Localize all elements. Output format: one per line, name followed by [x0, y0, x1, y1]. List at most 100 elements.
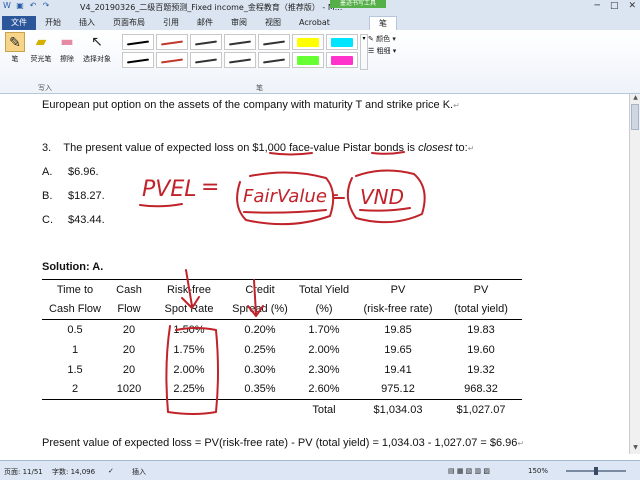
- pen-icon: ✎: [5, 32, 25, 52]
- ink-underline-vnd: [359, 207, 411, 212]
- table-cell: 19.41: [384, 363, 412, 376]
- table-total-row: Total $1,034.03 $1,027.07: [42, 400, 522, 420]
- table-row: 1 20 1.75% 0.25% 2.00% 19.65 19.60: [42, 340, 522, 360]
- table-cell: 1.75%: [173, 343, 205, 356]
- status-bar: 页面: 11/51 字数: 14,096 ✓ 插入 ▤ ▦ ▧ ▥ ▨ 150%: [0, 460, 640, 480]
- pen-swatch[interactable]: [190, 34, 222, 50]
- pen-tool-button[interactable]: ✎ 笔: [2, 32, 28, 64]
- color-icon: ✎: [368, 35, 374, 43]
- highlighter-tool-button[interactable]: ▰ 荧光笔: [28, 32, 54, 64]
- ink-text-equals: =: [201, 175, 219, 200]
- close-button[interactable]: ✕: [628, 1, 636, 11]
- pen-color-dropdown[interactable]: ✎ 颜色 ▾: [368, 34, 396, 44]
- tab-insert[interactable]: 插入: [70, 16, 104, 30]
- table-row: 0.5 20 1.50% 0.20% 1.70% 19.85 19.83: [42, 320, 522, 340]
- weight-icon: ☰: [368, 47, 375, 55]
- pen-weight-dropdown[interactable]: ☰ 粗细 ▾: [368, 46, 396, 56]
- table-cell: 1.5: [67, 363, 83, 376]
- table-cell: 20: [122, 363, 136, 376]
- tab-references[interactable]: 引用: [154, 16, 188, 30]
- maximize-button[interactable]: □: [610, 1, 619, 11]
- solution-table: Time to Cash Risk-free Credit Total Yiel…: [42, 279, 522, 420]
- pen-swatch[interactable]: [190, 52, 222, 68]
- ink-text-minus: -: [331, 182, 339, 207]
- table-cell: 0.5: [67, 323, 83, 336]
- highlighter-icon: ▰: [35, 34, 47, 50]
- gallery-more-button[interactable]: ▾: [360, 34, 368, 70]
- pen-swatch[interactable]: [224, 34, 256, 50]
- total-pv-risk-free: $1,034.03: [373, 403, 423, 416]
- question-3: 3. The present value of expected loss on…: [42, 142, 475, 154]
- select-objects-button[interactable]: ↖ 选择对象: [82, 32, 112, 64]
- header-cell: PV: [440, 279, 522, 300]
- proofing-icon[interactable]: ✓: [108, 467, 114, 475]
- scroll-thumb[interactable]: [631, 104, 639, 130]
- pen-swatch[interactable]: [156, 52, 188, 68]
- vertical-scrollbar[interactable]: ▲ ▼: [629, 94, 640, 454]
- header-cell: Cash: [108, 279, 150, 300]
- scroll-down-arrow-icon[interactable]: ▼: [630, 444, 640, 454]
- word-count[interactable]: 字数: 14,096: [52, 467, 95, 477]
- pen-swatch[interactable]: [122, 34, 154, 50]
- ink-text-fairvalue: FairValue: [243, 186, 327, 207]
- pen-swatch[interactable]: [156, 34, 188, 50]
- page-count[interactable]: 页面: 11/51: [4, 467, 43, 477]
- scroll-up-arrow-icon[interactable]: ▲: [630, 94, 640, 104]
- tab-acrobat[interactable]: Acrobat: [290, 16, 339, 30]
- minimize-button[interactable]: ─: [595, 1, 600, 11]
- conclusion-line: Present value of expected loss = PV(risk…: [42, 437, 525, 449]
- ink-underline-fairvalue: [243, 209, 327, 214]
- zoom-level[interactable]: 150%: [528, 467, 548, 475]
- pen-swatch[interactable]: [258, 52, 290, 68]
- highlighter-swatch[interactable]: [292, 52, 324, 68]
- tab-page-layout[interactable]: 页面布局: [104, 16, 154, 30]
- table-row: 2 1020 2.25% 0.35% 2.60% 975.12 968.32: [42, 379, 522, 400]
- insert-mode[interactable]: 插入: [132, 467, 146, 477]
- highlighter-swatch[interactable]: [292, 34, 324, 50]
- header-cell: Spot Rate: [150, 299, 228, 320]
- choice-a: A. $6.96.: [42, 166, 99, 178]
- solution-label: Solution: A.: [42, 261, 104, 273]
- table-cell: 0.35%: [228, 379, 292, 400]
- pen-swatch[interactable]: [122, 52, 154, 68]
- choice-b: B. $18.27.: [42, 190, 105, 202]
- header-cell: (%): [292, 299, 356, 320]
- table-cell: 19.83: [467, 323, 495, 336]
- table-cell: 19.32: [467, 363, 495, 376]
- table-cell: 19.85: [384, 323, 412, 336]
- zoom-slider[interactable]: [566, 467, 626, 475]
- tab-view[interactable]: 视图: [256, 16, 290, 30]
- pen-swatch[interactable]: [224, 52, 256, 68]
- word-app-icon[interactable]: W: [2, 1, 12, 11]
- highlighter-swatch[interactable]: [326, 34, 358, 50]
- highlighter-swatch[interactable]: [326, 52, 358, 68]
- table-cell: 968.32: [440, 379, 522, 400]
- document-page[interactable]: European put option on the assets of the…: [0, 94, 629, 460]
- zoom-slider-knob[interactable]: [594, 467, 598, 475]
- view-buttons[interactable]: ▤ ▦ ▧ ▥ ▨: [448, 467, 490, 475]
- save-icon[interactable]: ▣: [15, 1, 25, 11]
- table-row: 1.5 20 2.00% 0.30% 2.30% 19.41 19.32: [42, 360, 522, 380]
- eraser-tool-button[interactable]: ▬ 擦除: [54, 32, 80, 64]
- ink-circle-fairvalue: [236, 171, 335, 226]
- title-bar: W ▣ ↶ ↷ V4_20190326_二级百题预测_Fixed income_…: [0, 0, 640, 14]
- ribbon: ✎ 笔 ▰ 荧光笔 ▬ 擦除 ↖ 选择对象 写入 ▾ ✎ 颜色 ▾ ☰ 粗细 ▾…: [0, 30, 640, 94]
- table-cell: 0.25%: [244, 343, 276, 356]
- undo-icon[interactable]: ↶: [28, 1, 38, 11]
- table-cell: 1020: [108, 379, 150, 400]
- pen-swatch[interactable]: [258, 34, 290, 50]
- table-cell: 2.25%: [150, 379, 228, 400]
- ink-underline-pvel: [139, 203, 183, 208]
- eraser-icon: ▬: [60, 34, 74, 50]
- total-label: Total: [312, 403, 336, 416]
- tab-pen[interactable]: 笔: [368, 16, 397, 30]
- ink-text-pvel: PVEL: [142, 177, 196, 202]
- table-cell: 1.50%: [173, 323, 205, 336]
- tab-home[interactable]: 开始: [36, 16, 70, 30]
- redo-icon[interactable]: ↷: [41, 1, 51, 11]
- tab-mailings[interactable]: 邮件: [188, 16, 222, 30]
- tab-file[interactable]: 文件: [2, 16, 36, 30]
- table-cell: 19.65: [384, 343, 412, 356]
- header-cell: Flow: [108, 299, 150, 320]
- tab-review[interactable]: 审阅: [222, 16, 256, 30]
